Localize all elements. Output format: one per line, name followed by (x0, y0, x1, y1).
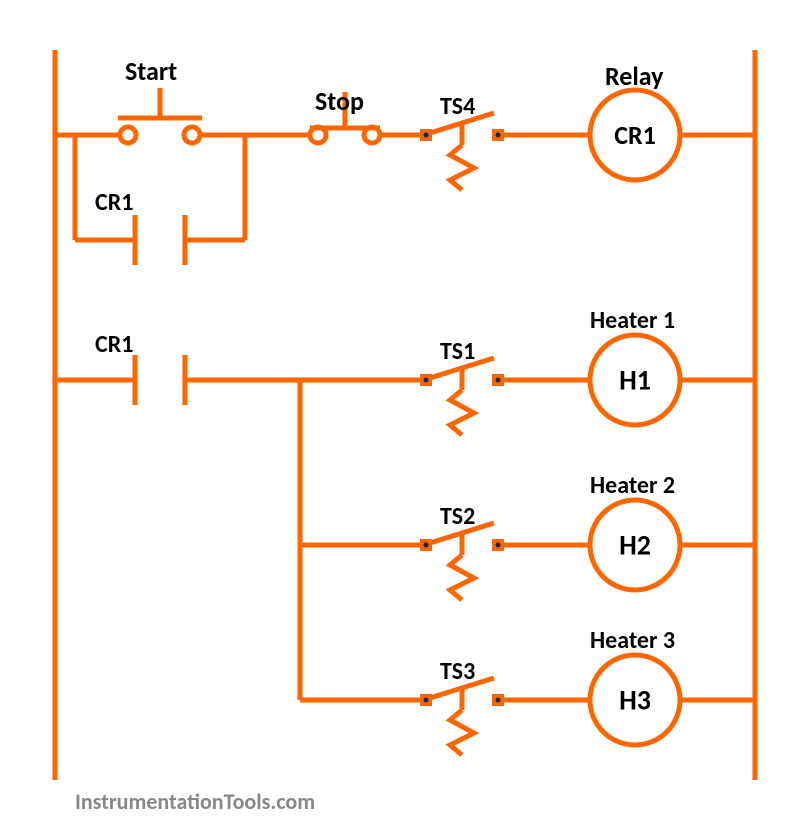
ts1-switch (420, 358, 504, 435)
watermark: InstrumentationTools.com (75, 788, 315, 815)
start-left-terminal (120, 127, 136, 143)
ts2-label: TS2 (440, 502, 475, 531)
ts1-label: TS1 (440, 337, 475, 366)
ts3-switch (420, 678, 504, 755)
ts2-switch (420, 523, 504, 600)
heater2-header: Heater 2 (590, 471, 675, 500)
cr1-main-label: CR1 (95, 330, 133, 359)
relay-header: Relay (605, 60, 663, 92)
h3-coil-text: H3 (619, 683, 651, 718)
start-label: Start (125, 55, 177, 87)
heater3-header: Heater 3 (590, 626, 675, 655)
ts4-label: TS4 (440, 92, 475, 121)
h1-coil-text: H1 (619, 363, 651, 398)
cr1-seal-label: CR1 (95, 188, 133, 217)
h2-coil-text: H2 (619, 528, 651, 563)
heater1-header: Heater 1 (590, 306, 675, 335)
stop-label: Stop (315, 85, 364, 117)
diagram-svg (0, 0, 810, 824)
ts3-label: TS3 (440, 657, 475, 686)
start-right-terminal (184, 127, 200, 143)
ts4-switch (420, 113, 504, 190)
ladder-diagram: Start Stop TS4 Relay CR1 CR1 CR1 TS1 Hea… (0, 0, 810, 824)
cr1-coil-text: CR1 (614, 119, 656, 151)
